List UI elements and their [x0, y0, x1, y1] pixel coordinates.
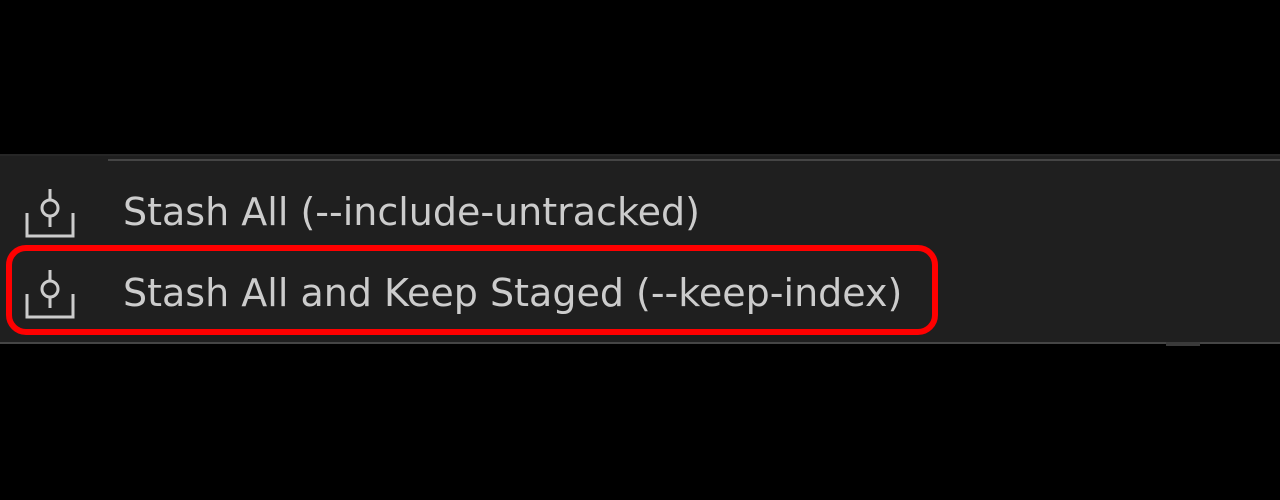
- screen: Stash All (--include-untracked) Stash Al…: [0, 0, 1280, 500]
- menu-item-label: Stash All (--include-untracked): [123, 190, 700, 234]
- stash-dropdown-menu: Stash All (--include-untracked) Stash Al…: [0, 154, 1280, 346]
- stash-icon: [25, 189, 75, 238]
- menu-item-stash-all[interactable]: Stash All (--include-untracked): [0, 176, 1280, 246]
- menu-item-label: Stash All and Keep Staged (--keep-index): [123, 271, 903, 315]
- menu-item-stash-all-keep-staged[interactable]: Stash All and Keep Staged (--keep-index): [0, 257, 1280, 327]
- menu-separator: [108, 159, 1280, 161]
- menu-edge-fragment: [1166, 342, 1200, 346]
- stash-icon: [25, 270, 75, 319]
